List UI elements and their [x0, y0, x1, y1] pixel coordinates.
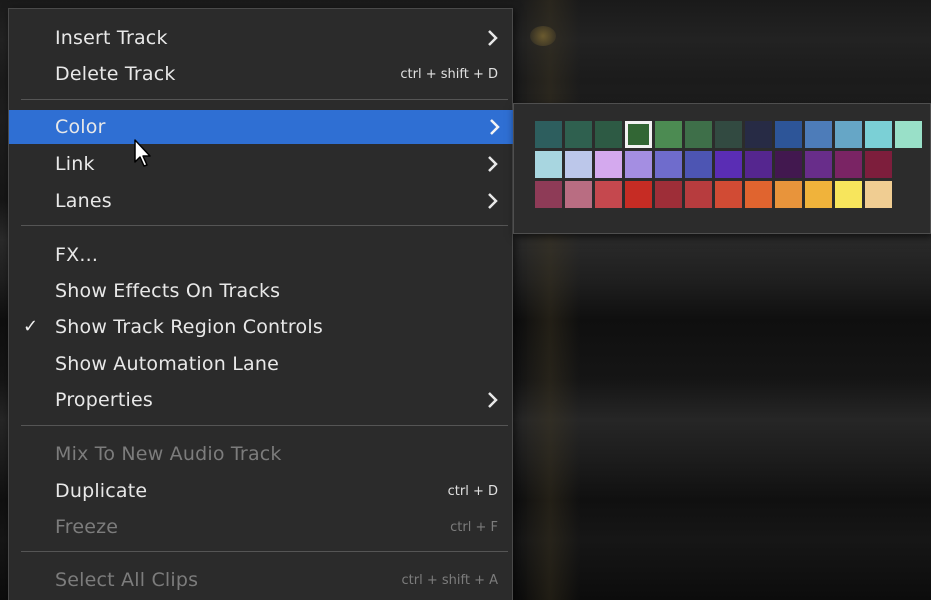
color-swatch[interactable]: [805, 121, 832, 148]
color-swatch[interactable]: [835, 181, 862, 208]
color-swatch[interactable]: [835, 151, 862, 178]
menu-item-label: FX...: [55, 244, 99, 266]
menu-item-label: Show Track Region Controls: [55, 316, 323, 338]
menu-item-delete-track[interactable]: Delete Track ctrl + shift + D: [9, 57, 512, 91]
menu-item-label: Select All Clips: [55, 569, 199, 591]
color-swatch[interactable]: [685, 151, 712, 178]
menu-separator: [21, 99, 508, 100]
color-swatch[interactable]: [865, 181, 892, 208]
color-swatch[interactable]: [745, 151, 772, 178]
menu-item-label: Delete Track: [55, 63, 176, 85]
menu-item-show-track-region-controls[interactable]: ✓ Show Track Region Controls: [9, 310, 512, 344]
color-swatch[interactable]: [535, 121, 562, 148]
submenu-arrow-icon: [488, 156, 498, 172]
menu-item-duplicate[interactable]: Duplicate ctrl + D: [9, 474, 512, 508]
color-swatch[interactable]: [715, 181, 742, 208]
shortcut-label: ctrl + D: [447, 484, 498, 499]
color-swatch[interactable]: [535, 151, 562, 178]
color-swatch[interactable]: [895, 121, 922, 148]
color-swatch[interactable]: [685, 181, 712, 208]
color-swatch[interactable]: [865, 121, 892, 148]
submenu-arrow-icon: [488, 30, 498, 46]
menu-item-label: Link: [55, 153, 95, 175]
color-swatch[interactable]: [565, 151, 592, 178]
menu-item-insert-track[interactable]: Insert Track: [9, 21, 512, 55]
menu-separator: [21, 225, 508, 226]
mouse-pointer-icon: [134, 139, 151, 167]
color-swatch[interactable]: [595, 151, 622, 178]
menu-item-label: Show Effects On Tracks: [55, 280, 281, 302]
color-swatch[interactable]: [565, 121, 592, 148]
shortcut-label: ctrl + shift + D: [400, 67, 498, 82]
track-context-menu: Insert Track Delete Track ctrl + shift +…: [8, 8, 514, 600]
menu-item-color[interactable]: Color: [9, 110, 514, 144]
menu-item-show-effects-on-tracks[interactable]: Show Effects On Tracks: [9, 274, 512, 308]
menu-separator: [21, 551, 508, 552]
color-swatch[interactable]: [625, 151, 652, 178]
menu-item-label: Show Automation Lane: [55, 353, 279, 375]
color-swatch[interactable]: [715, 151, 742, 178]
color-swatch[interactable]: [745, 121, 772, 148]
color-swatch[interactable]: [595, 121, 622, 148]
menu-item-select-all-clips[interactable]: Select All Clips ctrl + shift + A: [9, 563, 512, 597]
color-swatch[interactable]: [655, 121, 682, 148]
menu-item-label: Insert Track: [55, 27, 168, 49]
color-swatch[interactable]: [835, 121, 862, 148]
color-swatch[interactable]: [775, 151, 802, 178]
submenu-arrow-icon: [488, 392, 498, 408]
color-swatch[interactable]: [655, 151, 682, 178]
color-swatch[interactable]: [745, 181, 772, 208]
menu-item-label: Duplicate: [55, 480, 148, 502]
color-swatch[interactable]: [775, 121, 802, 148]
playhead-glow: [520, 0, 580, 600]
menu-item-label: Freeze: [55, 516, 119, 538]
menu-separator: [21, 425, 508, 426]
color-swatch[interactable]: [595, 181, 622, 208]
menu-item-properties[interactable]: Properties: [9, 383, 512, 417]
color-swatch[interactable]: [865, 151, 892, 178]
menu-item-fx[interactable]: FX...: [9, 238, 512, 272]
checkmark-icon: ✓: [23, 316, 39, 337]
color-swatch[interactable]: [685, 121, 712, 148]
menu-item-label: Properties: [55, 389, 154, 411]
color-swatch[interactable]: [715, 121, 742, 148]
color-swatch[interactable]: [655, 181, 682, 208]
color-swatch[interactable]: [805, 181, 832, 208]
menu-item-freeze[interactable]: Freeze ctrl + F: [9, 510, 512, 544]
color-palette-submenu: [513, 103, 931, 234]
color-swatch[interactable]: [625, 181, 652, 208]
color-swatch[interactable]: [625, 121, 652, 148]
color-swatch[interactable]: [535, 181, 562, 208]
color-swatch[interactable]: [565, 181, 592, 208]
menu-item-label: Mix To New Audio Track: [55, 443, 282, 465]
submenu-arrow-icon: [488, 193, 498, 209]
menu-item-show-automation-lane[interactable]: Show Automation Lane: [9, 347, 512, 381]
color-swatch[interactable]: [805, 151, 832, 178]
menu-item-mix-to-new-audio-track[interactable]: Mix To New Audio Track: [9, 437, 512, 471]
shortcut-label: ctrl + F: [450, 520, 498, 535]
menu-item-lanes[interactable]: Lanes: [9, 184, 512, 218]
menu-item-label: Lanes: [55, 190, 112, 212]
menu-item-link[interactable]: Link: [9, 147, 512, 181]
submenu-arrow-icon: [490, 119, 500, 135]
track-marker: [530, 26, 556, 46]
color-swatch[interactable]: [775, 181, 802, 208]
shortcut-label: ctrl + shift + A: [401, 573, 498, 588]
menu-item-label: Color: [55, 116, 106, 138]
